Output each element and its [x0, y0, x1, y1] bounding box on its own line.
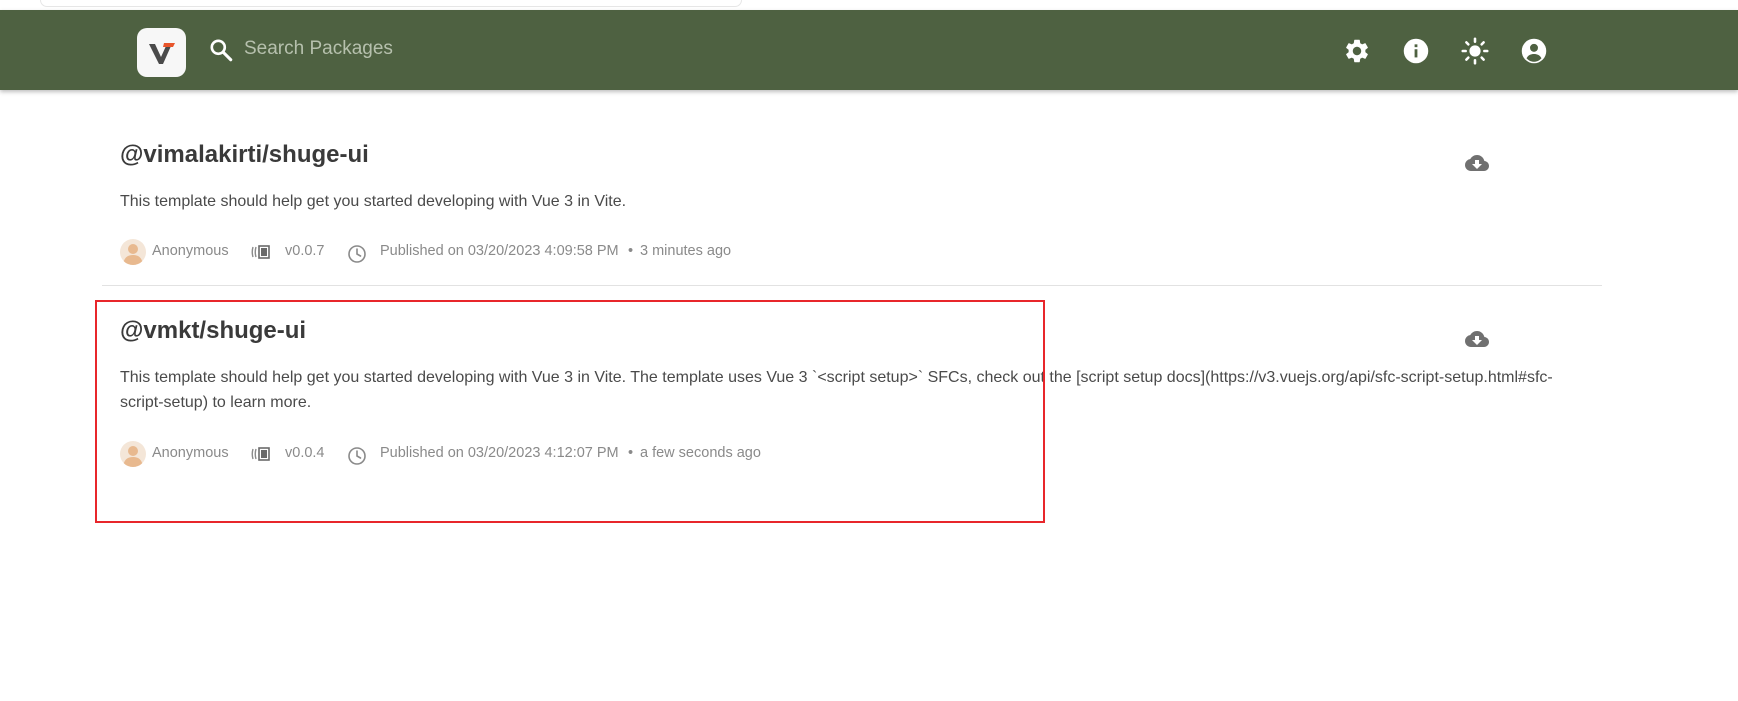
clock-icon — [348, 447, 366, 465]
settings-icon[interactable] — [1343, 37, 1371, 65]
package-description: This template should help get you starte… — [120, 193, 627, 210]
published-date: Published on 03/20/2023 4:12:07 PM — [380, 445, 619, 461]
app-header — [0, 10, 1738, 90]
verdaccio-logo-icon — [149, 43, 175, 64]
download-icon[interactable] — [1465, 327, 1489, 351]
avatar — [120, 239, 146, 265]
package-meta: Anonymous v0.0.7 Published on 03/20/2023… — [120, 239, 1020, 265]
package-item: @vmkt/shuge-ui This template should help… — [120, 311, 1600, 511]
package-version: v0.0.4 — [285, 445, 325, 461]
user-avatar-icon — [123, 244, 143, 265]
user-avatar-icon — [123, 446, 143, 467]
published-date: Published on 03/20/2023 4:09:58 PM — [380, 243, 619, 259]
meta-separator: • — [628, 445, 634, 461]
clock-icon — [348, 245, 366, 263]
package-item: @vimalakirti/shuge-ui This template shou… — [120, 135, 1600, 285]
account-icon[interactable] — [1520, 37, 1548, 65]
theme-toggle-icon[interactable] — [1461, 37, 1489, 65]
meta-separator: • — [628, 243, 634, 259]
relative-time: a few seconds ago — [640, 445, 761, 461]
divider — [102, 285, 1602, 286]
author-name: Anonymous — [152, 445, 229, 461]
author-name: Anonymous — [152, 243, 229, 259]
version-icon — [251, 447, 270, 461]
app-logo[interactable] — [137, 28, 186, 77]
package-version: v0.0.7 — [285, 243, 325, 259]
package-description: This template should help get you starte… — [120, 369, 1553, 411]
search-icon — [210, 39, 233, 62]
search-input[interactable] — [244, 32, 844, 66]
download-icon[interactable] — [1465, 151, 1489, 175]
browser-top-strip — [40, 0, 742, 7]
avatar — [120, 441, 146, 467]
package-title[interactable]: @vmkt/shuge-ui — [120, 317, 306, 345]
version-icon — [251, 245, 270, 259]
relative-time: 3 minutes ago — [640, 243, 732, 259]
package-meta: Anonymous v0.0.4 Published on 03/20/2023… — [120, 441, 1020, 467]
package-title[interactable]: @vimalakirti/shuge-ui — [120, 141, 369, 169]
info-icon[interactable] — [1402, 37, 1430, 65]
